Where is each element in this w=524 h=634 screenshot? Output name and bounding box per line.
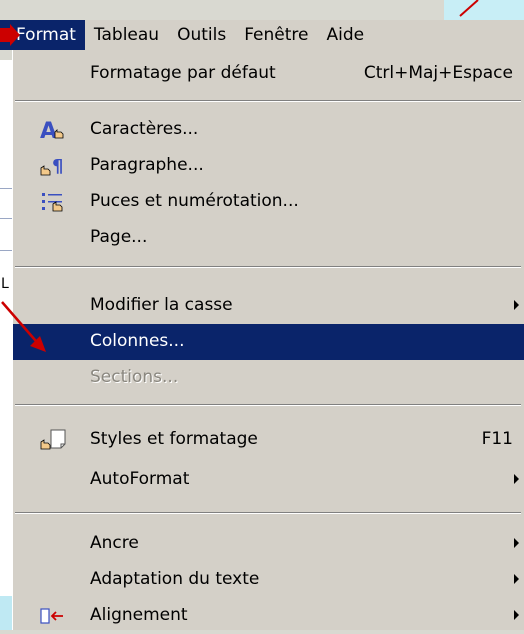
menu-item-shortcut: F11 (481, 429, 513, 449)
menu-item-ancre[interactable]: Ancre (13, 526, 524, 562)
submenu-arrow-icon (514, 474, 519, 484)
menu-item-alignement[interactable]: Alignement (13, 598, 524, 634)
submenu-arrow-icon (514, 574, 519, 584)
annotation-arrow-top (459, 0, 479, 17)
menu-item-label: AutoFormat (90, 469, 190, 489)
menu-item-page[interactable]: Page... (13, 220, 524, 256)
bullets-icon (39, 190, 71, 214)
menu-item-label: Ancre (90, 533, 139, 553)
menu-separator (15, 512, 521, 514)
annotation-arrow-format (0, 24, 20, 46)
styles-icon (39, 428, 71, 452)
menu-item-label: Styles et formatage (90, 429, 258, 449)
menu-separator (15, 404, 521, 406)
annotation-arrow-colonnes (1, 301, 46, 352)
menu-item-styles-formatage[interactable]: Styles et formatage F11 (13, 422, 524, 458)
ruler-mark (0, 250, 12, 251)
format-dropdown-menu: Formatage par défaut Ctrl+Maj+Espace A C… (12, 50, 524, 630)
svg-text:¶: ¶ (52, 156, 63, 177)
menu-item-label: Sections... (90, 367, 179, 387)
menu-item-shortcut: Ctrl+Maj+Espace (363, 63, 513, 83)
alignment-icon (39, 604, 71, 628)
menu-item-sections: Sections... (13, 360, 524, 396)
menu-separator (15, 100, 521, 102)
menu-item-label: Puces et numérotation... (90, 191, 299, 211)
ruler-mark (0, 218, 12, 219)
submenu-arrow-icon (514, 610, 519, 620)
svg-text:A: A (40, 119, 57, 142)
menu-item-modifier-la-casse[interactable]: Modifier la casse (13, 288, 524, 324)
menu-fenetre[interactable]: Fenêtre (235, 20, 317, 50)
submenu-arrow-icon (514, 300, 519, 310)
menu-bar: Format Tableau Outils Fenêtre Aide (0, 20, 524, 50)
menu-item-formatage-par-defaut[interactable]: Formatage par défaut Ctrl+Maj+Espace (13, 56, 524, 92)
menu-item-caracteres[interactable]: A Caractères... (13, 112, 524, 148)
menu-item-label: Modifier la casse (90, 295, 233, 315)
menu-outils[interactable]: Outils (168, 20, 235, 50)
menu-item-label: Colonnes... (90, 331, 185, 351)
menu-item-label: Alignement (90, 605, 188, 625)
menu-item-label: Page... (90, 227, 148, 247)
menu-item-adaptation-texte[interactable]: Adaptation du texte (13, 562, 524, 598)
menu-item-label: Formatage par défaut (90, 63, 276, 83)
menu-separator (15, 266, 521, 268)
ruler-mark (0, 188, 12, 189)
submenu-arrow-icon (514, 538, 519, 548)
menu-item-colonnes[interactable]: Colonnes... (13, 324, 524, 360)
menu-item-paragraphe[interactable]: ¶ Paragraphe... (13, 148, 524, 184)
menu-item-label: Paragraphe... (90, 155, 204, 175)
document-text-fragment: L (1, 276, 9, 292)
menu-aide[interactable]: Aide (317, 20, 373, 50)
paragraph-icon: ¶ (39, 154, 71, 178)
character-icon: A (39, 118, 71, 144)
menu-tableau[interactable]: Tableau (85, 20, 168, 50)
menu-item-puces-numerotation[interactable]: Puces et numérotation... (13, 184, 524, 220)
menu-item-autoformat[interactable]: AutoFormat (13, 462, 524, 498)
menu-item-label: Adaptation du texte (90, 569, 260, 589)
menu-item-label: Caractères... (90, 119, 199, 139)
